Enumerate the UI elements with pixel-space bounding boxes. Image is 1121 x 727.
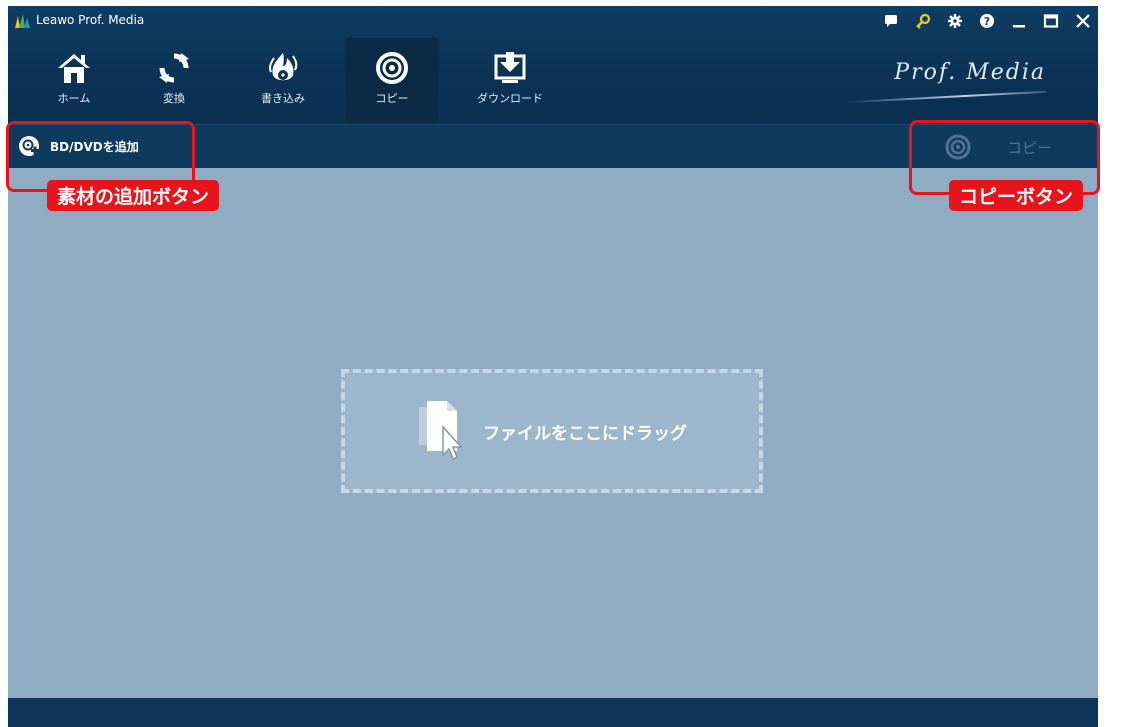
brand-logo: Prof. Media — [894, 60, 1046, 85]
main-nav: ホーム 変換 書き込み コピー ダウンロード Prof. Media — [8, 38, 1098, 124]
gear-icon[interactable] — [946, 12, 964, 30]
help-icon[interactable]: ? — [978, 12, 996, 30]
minimize-icon[interactable] — [1010, 12, 1028, 30]
disc-icon — [372, 50, 412, 86]
drop-zone-text: ファイルをここにドラッグ — [483, 423, 687, 444]
nav-home-label: ホーム — [57, 92, 91, 105]
nav-convert-label: 変換 — [163, 92, 185, 105]
app-logo-icon — [15, 14, 30, 28]
close-icon[interactable] — [1074, 12, 1092, 30]
nav-burn-label: 書き込み — [261, 92, 305, 105]
svg-text:?: ? — [984, 15, 990, 28]
key-icon[interactable] — [914, 12, 932, 30]
annotation-copy-button-label: コピーボタン — [949, 180, 1084, 211]
home-icon — [54, 50, 94, 86]
chat-icon[interactable] — [882, 12, 900, 30]
convert-icon — [154, 50, 194, 86]
file-drop-zone[interactable]: ファイルをここにドラッグ — [341, 369, 763, 493]
title-bar: Leawo Prof. Media ? — [8, 6, 1098, 36]
nav-copy-label: コピー — [375, 92, 409, 105]
brand-swoosh — [846, 90, 1046, 104]
app-window: Leawo Prof. Media ? ホーム 変換 書き込み コピー ダウンロ… — [8, 6, 1098, 727]
status-bar — [8, 698, 1098, 727]
nav-download-label: ダウンロード — [477, 92, 543, 105]
nav-convert[interactable]: 変換 — [128, 38, 220, 122]
nav-copy[interactable]: コピー — [346, 38, 438, 122]
burn-icon — [263, 50, 303, 86]
drag-file-icon — [419, 401, 463, 461]
nav-burn[interactable]: 書き込み — [237, 38, 329, 122]
window-controls: ? — [882, 10, 1092, 32]
nav-download[interactable]: ダウンロード — [464, 38, 556, 122]
annotation-add-button-label: 素材の追加ボタン — [47, 180, 220, 211]
header: Leawo Prof. Media ? ホーム 変換 書き込み コピー ダウンロ… — [8, 6, 1098, 124]
app-title: Leawo Prof. Media — [36, 13, 145, 27]
maximize-icon[interactable] — [1042, 12, 1060, 30]
download-icon — [490, 50, 530, 86]
nav-home[interactable]: ホーム — [28, 38, 120, 122]
